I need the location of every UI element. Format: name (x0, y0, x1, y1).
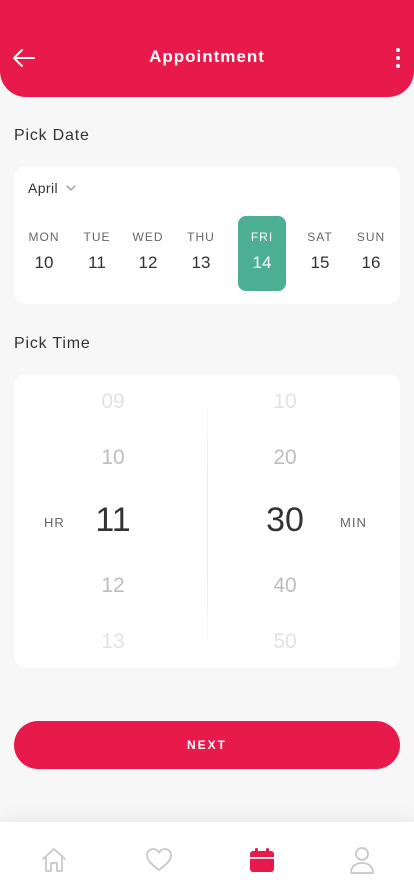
pick-time-title: Pick Time (14, 335, 91, 352)
day-fri-selected[interactable]: FRI 14 (238, 216, 286, 291)
day-number: 11 (88, 253, 106, 272)
nav-profile[interactable] (348, 846, 376, 874)
hour-option[interactable]: 12 (73, 574, 153, 598)
minute-selected[interactable]: 30 (245, 501, 325, 540)
hour-option[interactable]: 09 (73, 390, 153, 414)
more-vertical-icon-dot (396, 48, 400, 52)
hour-selected[interactable]: 11 (73, 501, 153, 540)
hour-option[interactable]: 13 (73, 630, 153, 654)
user-icon (350, 847, 374, 874)
day-tue[interactable]: TUE 11 (73, 216, 121, 291)
nav-calendar[interactable] (248, 846, 276, 874)
minute-unit-label: MIN (340, 515, 367, 530)
month-value: April (28, 180, 59, 196)
day-name: MON (28, 230, 60, 244)
day-number: 12 (138, 253, 158, 272)
minute-option[interactable]: 40 (245, 574, 325, 598)
day-number: 15 (310, 253, 330, 272)
day-wed[interactable]: WED 12 (124, 216, 172, 291)
day-sat[interactable]: SAT 15 (296, 216, 344, 291)
month-dropdown[interactable]: April (28, 180, 76, 196)
page-title: Appointment (149, 47, 265, 66)
more-options-button[interactable] (390, 46, 406, 70)
day-thu[interactable]: THU 13 (177, 216, 225, 291)
minute-option[interactable]: 20 (245, 446, 325, 470)
day-name: FRI (250, 230, 274, 244)
nav-favorites[interactable] (145, 846, 173, 874)
home-icon (42, 848, 66, 872)
heart-icon (146, 848, 172, 871)
app-header: Appointment (0, 0, 414, 97)
day-name: TUE (83, 230, 111, 244)
next-button[interactable]: NEXT (14, 721, 400, 769)
time-picker-card: 09 10 11 12 13 HR 10 20 30 40 50 MIN (14, 374, 400, 668)
bottom-navigation (0, 822, 414, 896)
day-name: SUN (356, 230, 386, 244)
picker-divider (207, 394, 208, 654)
day-number: 13 (191, 253, 211, 272)
hour-option[interactable]: 10 (73, 446, 153, 470)
day-number: 16 (361, 253, 381, 272)
day-name: SAT (307, 230, 333, 244)
day-name: WED (132, 230, 164, 244)
date-picker-card: April MON 10 TUE 11 WED 12 THU 13 FRI 14… (14, 166, 400, 304)
minute-option[interactable]: 10 (245, 390, 325, 414)
day-number: 14 (252, 253, 272, 272)
nav-home[interactable] (40, 846, 68, 874)
day-mon[interactable]: MON 10 (20, 216, 68, 291)
calendar-icon (250, 848, 274, 872)
appointment-screen: Appointment Pick Date April MON 10 TUE 1… (0, 0, 414, 896)
minute-option[interactable]: 50 (245, 630, 325, 654)
more-vertical-icon-dot (396, 64, 400, 68)
day-name: THU (187, 230, 215, 244)
more-vertical-icon-dot (396, 56, 400, 60)
chevron-down-icon (66, 185, 76, 191)
hour-unit-label: HR (44, 515, 65, 530)
pick-date-title: Pick Date (14, 127, 90, 144)
day-number: 10 (34, 253, 54, 272)
day-sun[interactable]: SUN 16 (347, 216, 395, 291)
